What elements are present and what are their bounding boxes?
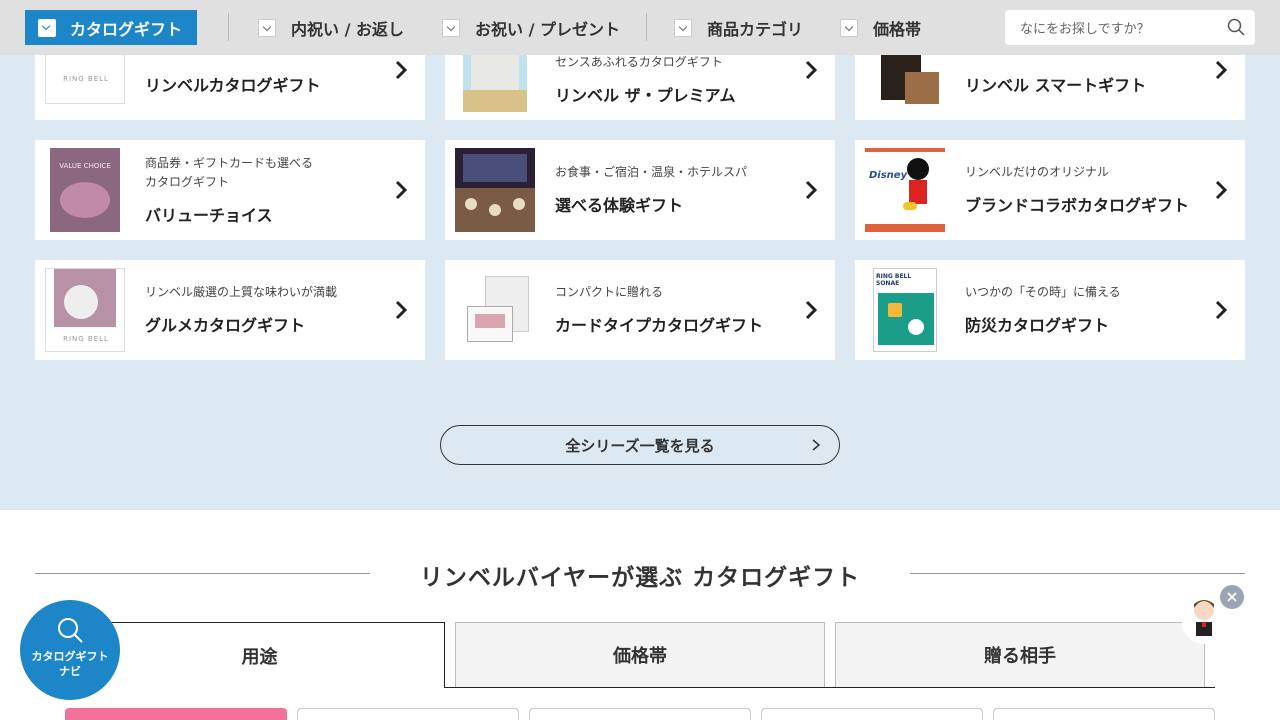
search-input[interactable]: なにをお探しですか？ [1005,10,1255,45]
tab-purpose[interactable]: 用途 [74,622,445,688]
nav-divider [646,13,647,41]
catalog-gift-navi-button[interactable]: カタログギフト ナビ [20,600,120,700]
nav-label: 価格帯 [873,19,922,39]
filter-chip-3[interactable] [529,708,751,720]
card-thumbnail [455,148,535,232]
chevron-down-icon [258,18,276,37]
filter-chip-5[interactable] [993,708,1215,720]
chevron-right-icon [1215,60,1228,80]
thumb-logo-text: RING BELL [63,75,109,83]
chevron-down-icon [38,18,56,37]
nav-label: 内祝い / お返し [291,19,404,39]
nav-product-category[interactable]: 商品カテゴリ [674,10,803,45]
fab-label-line1: カタログギフト [31,650,109,663]
thumb-logo-text: RING BELL [63,335,109,343]
thumb-logo-text: RING BELL SONAE [876,273,912,287]
card-disaster-catalog[interactable]: RING BELL SONAE いつかの「その時」に備える 防災カタログギフト [855,260,1245,360]
card-subtitle: コンパクトに贈れる [555,285,664,299]
chevron-right-icon [395,60,408,80]
section-title: リンベルバイヤーが選ぶ カタログギフト [419,565,861,591]
card-title: リンベルカタログギフト [145,76,321,95]
chevron-right-icon [1215,300,1228,320]
card-thumbnail [455,268,535,352]
chevron-right-icon [812,439,821,451]
card-title: リンベル ザ・プレミアム [555,86,736,105]
nav-oiwai-present[interactable]: お祝い / プレゼント [442,10,620,45]
card-subtitle-2: カタログギフト [145,175,230,189]
close-icon [1227,592,1237,602]
card-thumbnail: RING BELL [45,268,125,352]
chevron-down-icon [442,18,460,37]
chevron-right-icon [395,300,408,320]
tab-label: 贈る相手 [984,646,1056,667]
card-title: リンベル スマートギフト [965,76,1147,95]
nav-label: カタログギフト [70,19,183,39]
card-subtitle: リンベルだけのオリジナル [965,165,1110,179]
card-subtitle: 商品券・ギフトカードも選べる [145,156,314,170]
nav-catalog-gift[interactable]: カタログギフト [25,10,197,45]
fab-label-line2: ナビ [59,665,81,678]
card-title: ブランドコラボカタログギフト [965,196,1190,215]
thumb-logo-text: VALUE CHOICE [59,162,111,170]
chevron-down-icon [674,18,692,37]
card-thumbnail: RING BELL SONAE [873,268,937,352]
tab-price-range[interactable]: 価格帯 [455,622,825,688]
view-all-series-label: 全シリーズ一覧を見る [565,436,715,455]
card-subtitle: リンベル厳選の上質な味わいが満載 [145,285,338,299]
nav-uchiiwai[interactable]: 内祝い / お返し [258,10,404,45]
tab-underline [445,687,1215,688]
card-value-choice[interactable]: VALUE CHOICE 商品券・ギフトカードも選べる カタログギフト バリュー… [35,140,425,240]
tab-recipient[interactable]: 贈る相手 [835,622,1205,688]
card-subtitle: お食事・ご宿泊・温泉・ホテルスパ [555,165,748,179]
top-navigation: カタログギフト 内祝い / お返し お祝い / プレゼント 商品カテゴリ 価格帯… [0,0,1280,55]
chevron-right-icon [395,180,408,200]
tab-label: 価格帯 [613,646,667,667]
card-card-type-catalog[interactable]: コンパクトに贈れる カードタイプカタログギフト [445,260,835,360]
catalog-series-section: RING BELL リンベルカタログギフト センスあふれるカタログギフト リンベ… [0,0,1280,510]
card-gourmet-catalog[interactable]: RING BELL リンベル厳選の上質な味わいが満載 グルメカタログギフト [35,260,425,360]
chevron-right-icon [805,180,818,200]
card-title: カードタイプカタログギフト [555,316,764,335]
nav-divider [228,13,229,41]
thumb-logo-text: Disney [869,170,908,181]
card-subtitle: いつかの「その時」に備える [965,285,1121,299]
search-icon [58,618,83,643]
chevron-right-icon [1215,180,1228,200]
search-placeholder: なにをお探しですか？ [1020,22,1150,37]
card-title: バリューチョイス [145,206,273,225]
nav-label: 商品カテゴリ [707,19,804,39]
chevron-right-icon [805,300,818,320]
chevron-right-icon [805,60,818,80]
fab-label: カタログギフト ナビ [32,649,109,679]
card-thumbnail: Disney [865,148,945,232]
chevron-down-icon [840,18,858,37]
filter-chip-2[interactable] [297,708,519,720]
close-avatar-button[interactable] [1220,585,1244,609]
search-icon[interactable] [1227,18,1245,36]
tab-label: 用途 [241,646,278,668]
card-subtitle: センスあふれるカタログギフト [555,55,723,69]
nav-label: お祝い / プレゼント [475,19,620,39]
filter-chip-4[interactable] [761,708,983,720]
view-all-series-button[interactable]: 全シリーズ一覧を見る [440,425,840,465]
card-experience-gift[interactable]: お食事・ご宿泊・温泉・ホテルスパ 選べる体験ギフト [445,140,835,240]
card-title: 選べる体験ギフト [555,196,684,215]
card-brand-collab[interactable]: Disney リンベルだけのオリジナル ブランドコラボカタログギフト [855,140,1245,240]
card-title: グルメカタログギフト [145,316,306,335]
card-thumbnail: VALUE CHOICE [50,148,120,232]
card-title: 防災カタログギフト [965,316,1110,335]
nav-price-range[interactable]: 価格帯 [840,10,921,45]
filter-chip-1[interactable] [65,708,287,720]
